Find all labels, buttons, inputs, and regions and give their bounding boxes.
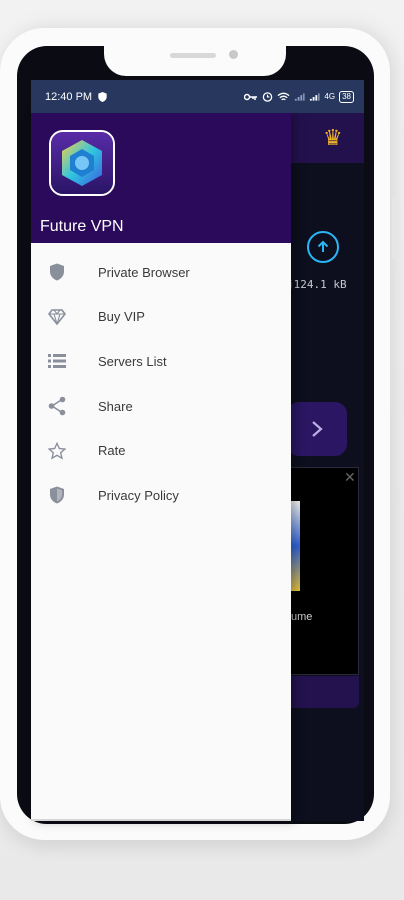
menu-item-buy-vip[interactable]: Buy VIP bbox=[31, 295, 291, 340]
menu-item-servers-list[interactable]: Servers List bbox=[31, 339, 291, 384]
battery-icon: 38 bbox=[339, 90, 354, 103]
alarm-icon bbox=[262, 91, 273, 102]
drawer-header: Future VPN bbox=[31, 113, 291, 243]
status-bar: 12:40 PM 4G 38 bbox=[31, 80, 364, 113]
menu-label: Servers List bbox=[98, 353, 167, 369]
key-icon bbox=[244, 93, 258, 101]
vpn-status-icon bbox=[98, 91, 107, 102]
privacy-shield-icon bbox=[46, 484, 68, 506]
menu-label: Private Browser bbox=[98, 264, 190, 280]
app-logo-icon bbox=[49, 130, 115, 196]
phone-side-button bbox=[392, 196, 396, 258]
data-4g-icon: 4G bbox=[324, 92, 336, 101]
ad-text: ume bbox=[291, 611, 313, 623]
upload-icon bbox=[307, 231, 339, 263]
screen-bottom-edge bbox=[31, 819, 291, 821]
background-bottom-bar bbox=[287, 676, 359, 708]
menu-item-share[interactable]: Share bbox=[31, 384, 291, 429]
shield-icon bbox=[46, 261, 68, 283]
menu-label: Buy VIP bbox=[98, 309, 145, 325]
signal-icon-2 bbox=[309, 92, 320, 102]
menu-item-rate[interactable]: Rate bbox=[31, 428, 291, 473]
menu-item-private-browser[interactable]: Private Browser bbox=[31, 250, 291, 295]
share-icon bbox=[46, 395, 68, 417]
ad-image bbox=[290, 501, 300, 591]
phone-notch bbox=[104, 44, 286, 76]
upload-speed-text: j124.1 kB bbox=[287, 278, 347, 291]
next-button[interactable] bbox=[287, 402, 347, 456]
diamond-icon bbox=[46, 306, 68, 328]
app-name: Future VPN bbox=[40, 218, 124, 235]
phone-camera bbox=[229, 50, 238, 59]
list-icon bbox=[46, 350, 68, 372]
crown-icon[interactable]: ♛ bbox=[323, 125, 343, 151]
wifi-icon bbox=[277, 92, 290, 102]
menu-label: Privacy Policy bbox=[98, 487, 179, 503]
phone-speaker bbox=[170, 53, 216, 58]
ad-close-icon[interactable]: ✕ bbox=[344, 469, 356, 486]
navigation-drawer: Future VPN Private Browser Buy VIP Serve… bbox=[31, 113, 291, 821]
menu-label: Rate bbox=[98, 443, 126, 459]
menu-label: Share bbox=[98, 398, 133, 414]
menu-item-privacy-policy[interactable]: Privacy Policy bbox=[31, 473, 291, 518]
status-time: 12:40 PM bbox=[45, 90, 93, 103]
star-icon bbox=[46, 440, 68, 462]
drawer-menu: Private Browser Buy VIP Servers List Sha… bbox=[31, 250, 291, 518]
signal-icon-1 bbox=[294, 92, 305, 102]
